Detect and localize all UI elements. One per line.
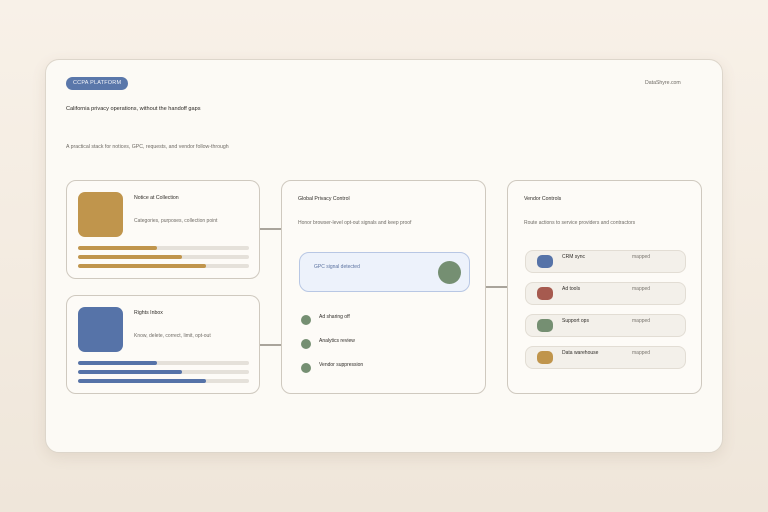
notice-card-subtitle: Categories, purposes, collection point — [134, 218, 218, 224]
vendor-color-icon — [537, 287, 553, 300]
gpc-card-subtitle: Honor browser-level opt-out signals and … — [298, 220, 412, 226]
vendor-status: mapped — [632, 254, 651, 260]
rights-progress-bar — [78, 361, 249, 365]
vendor-status: mapped — [632, 286, 651, 292]
vendor-name: CRM sync — [562, 254, 586, 260]
vendor-name: Ad tools — [562, 286, 581, 292]
status-dot-icon — [301, 339, 311, 349]
page-subtitle: A practical stack for notices, GPC, requ… — [66, 144, 229, 150]
connector-line — [260, 228, 281, 230]
connector-line — [260, 344, 281, 346]
vendor-status: mapped — [632, 350, 651, 356]
vendor-card-subtitle: Route actions to service providers and c… — [524, 220, 636, 226]
vendor-row-crm-sync[interactable]: CRM sync mapped — [525, 250, 686, 273]
vendor-name: Support ops — [562, 318, 589, 324]
notice-tile-icon — [78, 192, 123, 237]
vendor-card[interactable]: Vendor Controls Route actions to service… — [507, 180, 702, 394]
gpc-item-label: Analytics review — [319, 338, 355, 344]
gpc-signal-label: GPC signal detected — [314, 264, 360, 270]
connector-line — [486, 286, 507, 288]
gpc-item-label: Ad sharing off — [319, 314, 350, 320]
page-title: California privacy operations, without t… — [66, 106, 201, 112]
vendor-row-data-warehouse[interactable]: Data warehouse mapped — [525, 346, 686, 369]
notice-card-title: Notice at Collection — [134, 195, 179, 201]
signal-status-icon — [438, 261, 461, 284]
status-dot-icon — [301, 315, 311, 325]
rights-card-subtitle: Know, delete, correct, limit, opt-out — [134, 333, 211, 339]
brand-name[interactable]: DataShyre.com — [645, 80, 681, 86]
rights-tile-icon — [78, 307, 123, 352]
gpc-card[interactable]: Global Privacy Control Honor browser-lev… — [281, 180, 486, 394]
vendor-color-icon — [537, 319, 553, 332]
rights-card-title: Rights Inbox — [134, 310, 163, 316]
status-dot-icon — [301, 363, 311, 373]
rights-card[interactable]: Rights Inbox Know, delete, correct, limi… — [66, 295, 260, 394]
gpc-item-label: Vendor suppression — [319, 362, 364, 368]
gpc-card-title: Global Privacy Control — [298, 196, 350, 202]
rights-progress-bar — [78, 379, 249, 383]
gpc-signal-panel: GPC signal detected — [299, 252, 470, 292]
notice-progress-bar — [78, 255, 249, 259]
vendor-row-support-ops[interactable]: Support ops mapped — [525, 314, 686, 337]
notice-progress-bar — [78, 264, 249, 268]
notice-progress-bar — [78, 246, 249, 250]
vendor-name: Data warehouse — [562, 350, 599, 356]
rights-progress-bar — [78, 370, 249, 374]
vendor-row-ad-tools[interactable]: Ad tools mapped — [525, 282, 686, 305]
platform-badge: CCPA PLATFORM — [66, 77, 129, 90]
vendor-status: mapped — [632, 318, 651, 324]
notice-card[interactable]: Notice at Collection Categories, purpose… — [66, 180, 260, 279]
vendor-color-icon — [537, 255, 553, 268]
vendor-card-title: Vendor Controls — [524, 196, 562, 202]
vendor-color-icon — [537, 351, 553, 364]
